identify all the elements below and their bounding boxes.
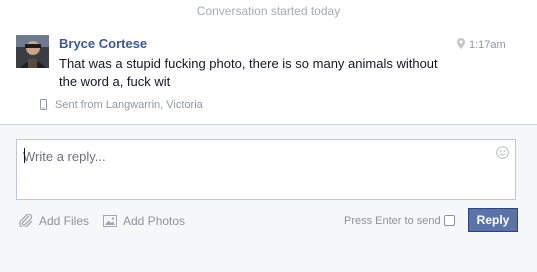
reply-button[interactable]: Reply (468, 208, 518, 232)
add-photos-label: Add Photos (123, 214, 186, 228)
mobile-phone-icon (40, 99, 47, 110)
press-enter-label: Press Enter to send (344, 215, 441, 227)
sent-from-location: Sent from Langwarrin, Victoria (55, 99, 203, 111)
sender-name[interactable]: Bryce Cortese (59, 36, 147, 51)
text-caret (24, 148, 25, 163)
sent-from-row: Sent from Langwarrin, Victoria (40, 99, 203, 111)
conversation-started-label: Conversation started today (196, 4, 341, 18)
smiley-icon[interactable] (496, 146, 509, 159)
press-enter-checkbox[interactable] (444, 215, 455, 226)
reply-composer: Add Files Add Photos Press Enter to send… (0, 125, 537, 272)
photo-icon (103, 215, 117, 227)
message-text: That was a stupid fucking photo, there i… (59, 56, 438, 89)
paperclip-icon (19, 213, 33, 229)
avatar[interactable] (16, 35, 49, 68)
location-pin-icon (457, 38, 465, 49)
reply-box[interactable] (16, 139, 516, 200)
add-files-button[interactable]: Add Files (19, 213, 90, 229)
add-files-label: Add Files (39, 214, 90, 228)
message-meta: 1:17am (457, 38, 506, 51)
reply-input[interactable] (23, 146, 493, 166)
message-time: 1:17am (469, 39, 506, 51)
add-photos-button[interactable]: Add Photos (103, 214, 185, 228)
message-thread: Conversation started today Bryce Cortese… (0, 0, 537, 124)
